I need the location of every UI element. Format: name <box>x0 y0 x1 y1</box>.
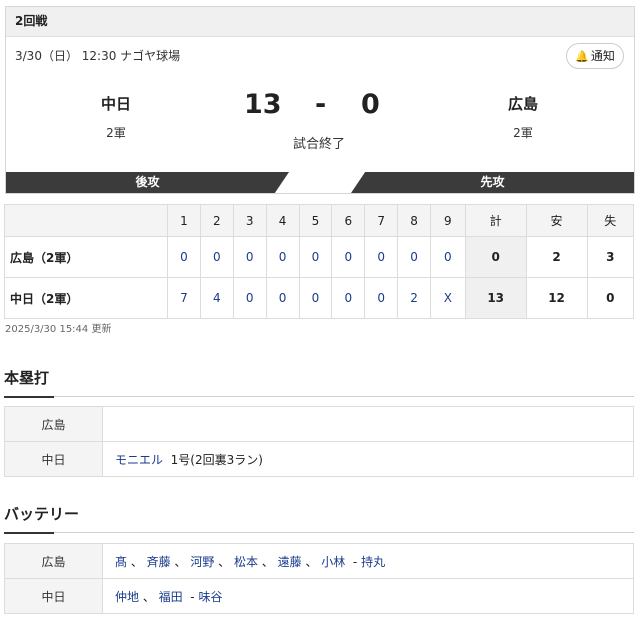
team-label: 広島 <box>4 543 103 579</box>
inning-score: 0 <box>331 236 366 278</box>
team-name: 広島（2軍） <box>4 236 168 278</box>
player-link[interactable]: 小林 <box>321 555 345 569</box>
runs-total: 13 <box>464 277 527 319</box>
hits-header: 安 <box>525 204 588 237</box>
inning-score: 0 <box>232 277 267 319</box>
game-card: 2回戦 3/30（日） 12:30 ナゴヤ球場 🔔 通知 中日 2軍 広島 2軍 … <box>5 6 635 194</box>
inning-score: 2 <box>397 277 431 319</box>
battery-section-header: バッテリー <box>4 503 634 534</box>
away-team[interactable]: 広島 2軍 <box>463 93 583 141</box>
errors-total: 3 <box>586 236 634 278</box>
errors-header: 失 <box>586 204 634 237</box>
battery-title: バッテリー <box>4 503 634 533</box>
player-link[interactable]: 遠藤 <box>278 555 302 569</box>
date-venue: 3/30（日） 12:30 ナゴヤ球場 <box>15 49 181 63</box>
inning-score: 0 <box>364 277 399 319</box>
score-dash: - <box>315 89 327 120</box>
homerun-value <box>102 406 634 442</box>
inning-header: 1 <box>167 204 201 237</box>
home-band: 後攻 <box>6 172 289 193</box>
title-accent <box>4 396 54 398</box>
player-link[interactable]: 斉藤 <box>147 555 171 569</box>
inning-score: 0 <box>232 236 267 278</box>
runs-header: 計 <box>464 204 527 237</box>
inning-score: 0 <box>298 277 333 319</box>
player-link[interactable]: 味谷 <box>198 590 222 604</box>
notify-button[interactable]: 🔔 通知 <box>566 43 624 69</box>
inning-score: 0 <box>298 236 333 278</box>
inning-header: 7 <box>364 204 399 237</box>
round-label: 2回戦 <box>6 7 634 37</box>
inning-score: 0 <box>331 277 366 319</box>
inning-score: 0 <box>167 236 201 278</box>
away-team-name: 広島 <box>507 95 538 113</box>
homerun-section-header: 本塁打 <box>4 367 634 398</box>
home-team[interactable]: 中日 2軍 <box>56 93 176 141</box>
team-label: 広島 <box>4 406 103 442</box>
battery-value: 髙 、 斉藤 、 河野 、 松本 、 遠藤 、 小林 - 持丸 <box>102 543 634 579</box>
player-link[interactable]: 髙 <box>115 555 127 569</box>
home-band-label: 後攻 <box>135 175 160 189</box>
away-score: 0 <box>361 89 380 120</box>
home-team-level: 2軍 <box>106 126 126 140</box>
home-team-name: 中日 <box>100 95 131 113</box>
homerun-row: 広島 <box>4 406 634 442</box>
errors-total: 0 <box>586 277 634 319</box>
player-link[interactable]: 福田 <box>159 590 183 604</box>
game-status: 試合終了 <box>293 137 346 152</box>
bell-icon: 🔔 <box>575 50 589 63</box>
inning-score: 0 <box>265 236 300 278</box>
inning-header: 6 <box>331 204 366 237</box>
player-link[interactable]: 仲地 <box>115 590 139 604</box>
inning-score: 4 <box>199 277 234 319</box>
homerun-row: 中日 モニエル 1号(2回裏3ラン) <box>4 441 634 477</box>
inning-score: 7 <box>167 277 201 319</box>
inning-score: 0 <box>364 236 399 278</box>
linescore-row-home: 中日（2軍） 7 4 0 0 0 0 0 2 X 13 12 0 <box>4 277 634 319</box>
updated-timestamp: 2025/3/30 15:44 更新 <box>5 324 112 335</box>
team-label: 中日 <box>4 578 103 614</box>
player-link[interactable]: 松本 <box>234 555 258 569</box>
battery-table: 広島 髙 、 斉藤 、 河野 、 松本 、 遠藤 、 小林 - 持丸 中日 仲地… <box>4 543 634 614</box>
away-band: 先攻 <box>351 172 634 193</box>
player-link[interactable]: 河野 <box>190 555 214 569</box>
hits-total: 2 <box>525 236 588 278</box>
inning-score: 0 <box>430 236 466 278</box>
inning-header: 4 <box>265 204 300 237</box>
team-name: 中日（2軍） <box>4 277 168 319</box>
team-header <box>4 204 168 237</box>
linescore-row-away: 広島（2軍） 0 0 0 0 0 0 0 0 0 0 2 3 <box>4 236 634 278</box>
player-link[interactable]: 持丸 <box>361 555 385 569</box>
homerun-value: モニエル 1号(2回裏3ラン) <box>102 441 634 477</box>
battery-row: 中日 仲地 、 福田 - 味谷 <box>4 578 634 614</box>
player-link[interactable]: モニエル <box>115 453 163 467</box>
inning-header: 9 <box>430 204 466 237</box>
home-score: 13 <box>244 89 282 120</box>
battery-row: 広島 髙 、 斉藤 、 河野 、 松本 、 遠藤 、 小林 - 持丸 <box>4 543 634 579</box>
homerun-title: 本塁打 <box>4 367 634 397</box>
linescore-table: 1 2 3 4 5 6 7 8 9 計 安 失 広島（2軍） 0 0 0 0 0… <box>4 204 634 319</box>
inning-header: 2 <box>199 204 234 237</box>
inning-header: 5 <box>298 204 333 237</box>
inning-score: 0 <box>265 277 300 319</box>
title-accent <box>4 532 54 534</box>
notify-label: 通知 <box>590 49 615 63</box>
runs-total: 0 <box>464 236 527 278</box>
inning-score: 0 <box>397 236 431 278</box>
team-label: 中日 <box>4 441 103 477</box>
homerun-table: 広島 中日 モニエル 1号(2回裏3ラン) <box>4 406 634 477</box>
hits-total: 12 <box>525 277 588 319</box>
inning-score: 0 <box>199 236 234 278</box>
away-team-level: 2軍 <box>513 126 533 140</box>
battery-value: 仲地 、 福田 - 味谷 <box>102 578 634 614</box>
inning-header: 8 <box>397 204 431 237</box>
inning-score: X <box>430 277 466 319</box>
inning-header: 3 <box>232 204 267 237</box>
linescore-header: 1 2 3 4 5 6 7 8 9 計 安 失 <box>4 204 634 237</box>
away-band-label: 先攻 <box>480 175 505 189</box>
homerun-detail: 1号(2回裏3ラン) <box>170 452 263 467</box>
